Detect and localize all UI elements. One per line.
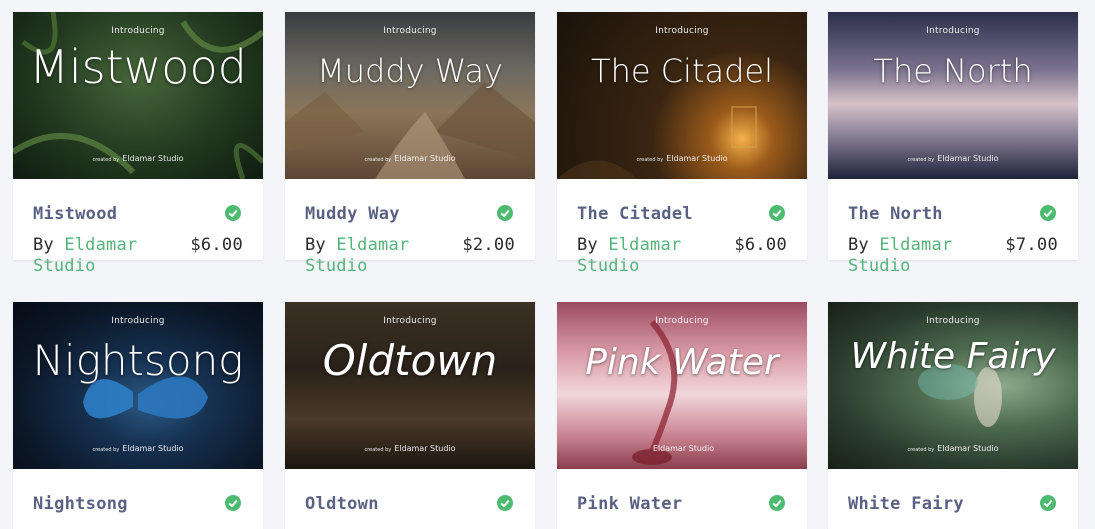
product-info: The Citadel By Eldamar Studio $6.00 [557, 179, 807, 276]
product-preview-image[interactable]: Introducing Muddy Way created by Eldamar … [285, 12, 535, 179]
product-author: By Eldamar Studio [848, 235, 978, 277]
preview-credit-name: Eldamar Studio [122, 444, 184, 453]
preview-credit-prefix: created by [364, 447, 392, 453]
product-name-link[interactable]: Oldtown [305, 494, 379, 514]
product-name-link[interactable]: Nightsong [33, 494, 128, 514]
product-preview-image[interactable]: Introducing The North created by Eldamar … [828, 12, 1078, 179]
product-info: Muddy Way By Eldamar Studio $2.00 [285, 179, 535, 276]
product-card[interactable]: Introducing Nightsong created by Eldamar … [13, 302, 263, 529]
preview-credit-prefix: created by [92, 157, 120, 163]
product-author: By Eldamar Studio [33, 235, 163, 277]
product-card[interactable]: Introducing Mistwood created by Eldamar S… [13, 12, 263, 276]
preview-intro-text: Introducing [655, 26, 709, 36]
preview-credit-name: Eldamar Studio [937, 444, 999, 453]
check-circle-icon [1040, 495, 1056, 511]
preview-intro-text: Introducing [383, 316, 437, 326]
product-info: The North By Eldamar Studio $7.00 [828, 179, 1078, 276]
check-circle-icon [225, 205, 241, 221]
preview-credit: created by Eldamar Studio [285, 444, 535, 453]
preview-intro-text: Introducing [383, 26, 437, 36]
preview-credit-name: Eldamar Studio [394, 444, 456, 453]
preview-credit-name: Eldamar Studio [652, 444, 715, 453]
preview-intro-text: Introducing [926, 26, 980, 36]
product-preview-image[interactable]: Introducing Pink Water Eldamar Studio [557, 302, 807, 469]
preview-credit-name: Eldamar Studio [394, 154, 456, 163]
preview-intro-text: Introducing [655, 316, 709, 326]
preview-credit-name: Eldamar Studio [666, 154, 728, 163]
product-name-link[interactable]: Pink Water [577, 494, 682, 514]
check-circle-icon [1040, 205, 1056, 221]
product-info: Nightsong [13, 469, 263, 529]
check-circle-icon [769, 495, 785, 511]
preview-intro-text: Introducing [926, 316, 980, 326]
product-card[interactable]: Introducing Pink Water Eldamar Studio Pi… [557, 302, 807, 529]
product-info: Oldtown [285, 469, 535, 529]
preview-credit-prefix: created by [907, 157, 935, 163]
product-info: Pink Water [557, 469, 807, 529]
product-card[interactable]: Introducing Oldtown created by Eldamar St… [285, 302, 535, 529]
preview-title-text: Oldtown [322, 336, 498, 385]
preview-title-text: The North [873, 52, 1033, 90]
product-name-link[interactable]: The North [848, 204, 943, 224]
product-author: By Eldamar Studio [305, 235, 435, 277]
check-circle-icon [225, 495, 241, 511]
preview-title-text: Mistwood [29, 40, 247, 94]
check-circle-icon [769, 205, 785, 221]
by-label: By [305, 235, 326, 255]
product-card[interactable]: Introducing Muddy Way created by Eldamar … [285, 12, 535, 276]
product-preview-image[interactable]: Introducing White Fairy created by Eldama… [828, 302, 1078, 469]
product-info: White Fairy [828, 469, 1078, 529]
preview-credit-prefix: created by [907, 447, 935, 453]
product-preview-image[interactable]: Introducing Oldtown created by Eldamar St… [285, 302, 535, 469]
by-label: By [33, 235, 54, 255]
product-preview-image[interactable]: Introducing Nightsong created by Eldamar … [13, 302, 263, 469]
preview-title-text: Muddy Way [317, 52, 503, 90]
preview-credit: created by Eldamar Studio [13, 444, 263, 453]
product-name-link[interactable]: The Citadel [577, 204, 693, 224]
preview-title-text: Nightsong [32, 336, 244, 385]
product-preview-image[interactable]: Introducing The Citadel created by Eldama… [557, 12, 807, 179]
by-label: By [577, 235, 598, 255]
preview-credit-prefix: created by [92, 447, 120, 453]
product-name-link[interactable]: White Fairy [848, 494, 964, 514]
preview-credit-prefix: created by [364, 157, 392, 163]
product-price: $7.00 [1005, 235, 1058, 255]
preview-title-text: Pink Water [585, 342, 779, 383]
preview-credit: Eldamar Studio [557, 444, 807, 453]
product-info: Mistwood By Eldamar Studio $6.00 [13, 179, 263, 276]
product-price: $6.00 [190, 235, 243, 255]
product-name-link[interactable]: Muddy Way [305, 204, 400, 224]
preview-credit-name: Eldamar Studio [937, 154, 999, 163]
preview-intro-text: Introducing [111, 26, 165, 36]
preview-credit: created by Eldamar Studio [285, 154, 535, 163]
by-label: By [848, 235, 869, 255]
product-preview-image[interactable]: Introducing Mistwood created by Eldamar S… [13, 12, 263, 179]
product-card[interactable]: Introducing The Citadel created by Eldama… [557, 12, 807, 276]
product-price: $6.00 [734, 235, 787, 255]
check-circle-icon [497, 495, 513, 511]
preview-title-text: The Citadel [591, 52, 773, 90]
product-grid: Introducing Mistwood created by Eldamar S… [0, 0, 1095, 529]
preview-credit-name: Eldamar Studio [122, 154, 184, 163]
product-name-link[interactable]: Mistwood [33, 204, 117, 224]
preview-credit: created by Eldamar Studio [828, 154, 1078, 163]
product-author: By Eldamar Studio [577, 235, 707, 277]
preview-credit-prefix: created by [636, 157, 664, 163]
preview-credit: created by Eldamar Studio [828, 444, 1078, 453]
preview-credit: created by Eldamar Studio [13, 154, 263, 163]
preview-intro-text: Introducing [111, 316, 165, 326]
product-card[interactable]: Introducing White Fairy created by Eldama… [828, 302, 1078, 529]
preview-credit: created by Eldamar Studio [557, 154, 807, 163]
product-price: $2.00 [462, 235, 515, 255]
check-circle-icon [497, 205, 513, 221]
preview-title-text: White Fairy [850, 336, 1056, 377]
product-card[interactable]: Introducing The North created by Eldamar … [828, 12, 1078, 276]
